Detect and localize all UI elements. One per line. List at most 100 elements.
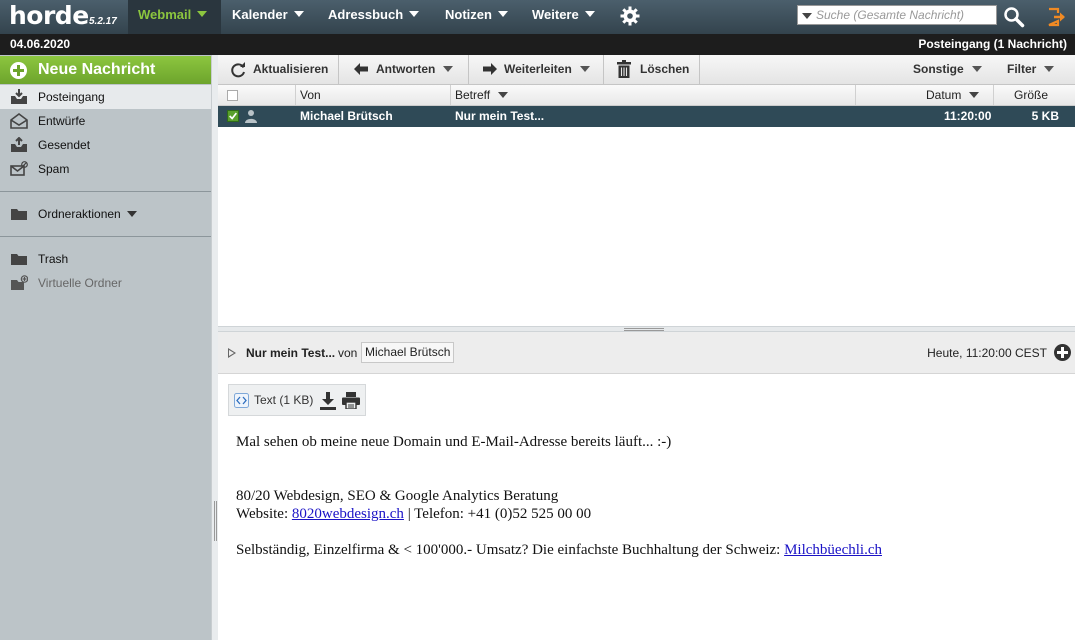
reply-button[interactable]: Antworten	[340, 55, 469, 84]
preview-sender[interactable]: Michael Brütsch	[361, 342, 455, 363]
forward-button[interactable]: Weiterleiten	[470, 55, 604, 84]
person-icon	[245, 110, 257, 123]
select-all-checkbox[interactable]	[227, 90, 238, 101]
signature-line: 80/20 Webdesign, SEO & Google Analytics …	[236, 488, 559, 504]
nav-notizen[interactable]: Notizen	[435, 0, 508, 34]
nav-weitere[interactable]: Weitere	[522, 0, 595, 34]
nav-webmail-label: Webmail	[138, 7, 192, 22]
table-row[interactable]: Michael Brütsch Nur mein Test... 11:20:0…	[218, 106, 1075, 127]
search-scope-dropdown-icon[interactable]	[802, 13, 812, 19]
search-icon[interactable]	[1003, 6, 1025, 28]
text-file-icon	[234, 393, 249, 408]
new-message-label: Neue Nachricht	[38, 61, 156, 78]
filter-button[interactable]: Filter	[1007, 55, 1075, 84]
sidebar-item-gesendet[interactable]: Gesendet	[0, 133, 211, 157]
milchbuechli-link[interactable]: Milchbüechli.ch	[784, 542, 882, 558]
sidebar-item-posteingang[interactable]: Posteingang	[0, 85, 211, 109]
arrow-left-icon	[354, 63, 368, 75]
print-icon[interactable]	[342, 392, 360, 409]
folder-icon	[11, 209, 27, 220]
delete-label: Löschen	[640, 62, 690, 76]
sent-icon	[11, 137, 27, 152]
sidebar-item-virtual-folders[interactable]: Virtuelle Ordner	[0, 271, 211, 295]
chevron-down-icon	[409, 11, 420, 17]
folder-actions-label: Ordneraktionen	[38, 207, 121, 221]
attachment-label[interactable]: Text (1 KB)	[254, 393, 313, 407]
body-spacer	[236, 451, 1066, 487]
sidebar-divider	[0, 191, 211, 192]
other-actions-label: Sonstige	[913, 62, 964, 76]
refresh-button[interactable]: Aktualisieren	[218, 55, 339, 84]
message-toolbar: Aktualisieren Antworten Weiterleiten Lös…	[218, 55, 1075, 85]
chevron-down-icon[interactable]	[579, 66, 590, 72]
row-subject: Nur mein Test...	[455, 109, 545, 123]
column-header-size[interactable]: Größe	[993, 85, 1075, 105]
chevron-down-icon	[197, 11, 208, 17]
nav-adressbuch-label: Adressbuch	[328, 7, 404, 22]
signature-line: Website: 8020webdesign.ch | Telefon: +41…	[236, 505, 1066, 523]
column-header-from[interactable]: Von	[295, 85, 450, 105]
logout-icon[interactable]	[1046, 6, 1068, 28]
sidebar-resize-handle[interactable]	[211, 55, 218, 640]
sidebar-item-spam[interactable]: Spam	[0, 157, 211, 181]
download-icon[interactable]	[319, 391, 337, 410]
sidebar-item-entwuerfe[interactable]: Entwürfe	[0, 109, 211, 133]
search-box	[797, 5, 997, 25]
attachment-item: Text (1 KB)	[228, 384, 366, 416]
refresh-icon	[231, 62, 245, 78]
sidebar-item-label: Entwürfe	[38, 114, 86, 128]
column-header-label: Von	[300, 88, 321, 102]
refresh-label: Aktualisieren	[253, 62, 329, 76]
row-size: 5 KB	[1031, 109, 1059, 123]
folder-actions-menu[interactable]: Ordneraktionen	[0, 202, 211, 226]
row-checkbox[interactable]	[227, 110, 239, 122]
nav-adressbuch[interactable]: Adressbuch	[318, 0, 420, 34]
signature-text: | Telefon: +41 (0)52 525 00 00	[403, 506, 592, 522]
new-message-button[interactable]: Neue Nachricht	[0, 56, 211, 84]
delete-button[interactable]: Löschen	[605, 55, 700, 84]
nav-webmail[interactable]: Webmail	[128, 0, 221, 34]
nav-kalender[interactable]: Kalender	[222, 0, 304, 34]
body-spacer	[236, 523, 1066, 541]
resize-grip	[624, 328, 664, 331]
chevron-down-icon	[293, 11, 304, 17]
other-actions-button[interactable]: Sonstige	[913, 55, 993, 84]
column-header-date[interactable]: Datum	[855, 85, 993, 105]
horde-logo[interactable]: horde	[9, 0, 89, 34]
preview-date: Heute, 11:20:00 CEST	[927, 346, 1047, 360]
sidebar-item-label: Posteingang	[38, 90, 105, 104]
chevron-down-icon	[971, 66, 982, 72]
plus-circle-icon	[10, 62, 27, 79]
column-header-label: Betreff	[455, 88, 491, 102]
search-input[interactable]	[816, 7, 994, 23]
message-list-header: Von Betreff Datum Größe	[218, 85, 1075, 106]
column-header-label: Größe	[1014, 88, 1049, 102]
column-header-label: Datum	[926, 88, 962, 102]
sidebar-item-trash[interactable]: Trash	[0, 247, 211, 271]
signature-line: Selbständig, Einzelfirma & < 100'000.- U…	[236, 541, 1066, 559]
chevron-down-icon	[1044, 66, 1055, 72]
folder-status: Posteingang (1 Nachricht)	[918, 37, 1067, 51]
sort-arrow-icon	[498, 92, 509, 98]
row-from: Michael Brütsch	[300, 109, 393, 123]
chevron-down-icon	[126, 211, 137, 217]
version-label: 5.2.17	[89, 16, 117, 27]
signature-text: Selbständig, Einzelfirma & < 100'000.- U…	[236, 542, 785, 558]
website-link[interactable]: 8020webdesign.ch	[292, 506, 404, 522]
chevron-down-icon[interactable]	[443, 66, 454, 72]
sidebar-divider	[0, 236, 211, 237]
arrow-right-icon	[483, 63, 497, 75]
row-date: 11:20:00	[944, 109, 992, 123]
expand-headers-icon[interactable]	[228, 348, 236, 358]
gear-icon[interactable]	[620, 6, 640, 26]
chevron-down-icon	[584, 11, 595, 17]
sidebar-item-label: Trash	[38, 252, 69, 266]
trash-icon	[617, 60, 631, 78]
top-navigation-bar: horde 5.2.17 Webmail Kalender Adressbuch…	[0, 0, 1075, 34]
preview-header: Nur mein Test... von Michael Brütsch Heu…	[218, 332, 1075, 374]
add-contact-icon[interactable]	[1054, 344, 1071, 361]
folder-icon	[11, 254, 27, 265]
inbox-icon	[11, 89, 27, 104]
sidebar-item-label: Gesendet	[38, 138, 91, 152]
column-header-subject[interactable]: Betreff	[450, 85, 855, 105]
